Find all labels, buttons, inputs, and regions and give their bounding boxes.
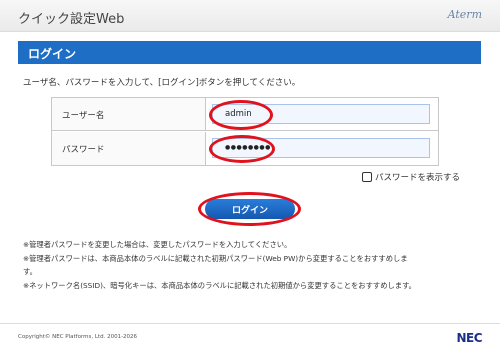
note-item: す。 <box>23 267 37 276</box>
note-item: ※ネットワーク名(SSID)、暗号化キーは、本商品本体のラベルに記載された初期値… <box>23 280 416 290</box>
login-button[interactable]: ログイン <box>205 199 295 219</box>
nec-logo: NEC <box>456 331 482 345</box>
copyright-text: Copyright© NEC Platforms, Ltd. 2001-2026 <box>18 334 138 340</box>
show-password-checkbox[interactable] <box>362 172 372 182</box>
section-title: ログイン <box>28 47 77 61</box>
password-input[interactable]: ●●●●●●●● <box>212 138 430 158</box>
show-password-toggle[interactable]: パスワードを表示する <box>362 171 460 183</box>
brand-logo: Aterm <box>447 8 482 21</box>
app-title: クイック設定Web <box>18 12 125 27</box>
username-label: ユーザー名 <box>62 111 105 121</box>
password-label: パスワード <box>62 145 105 155</box>
app-header: クイック設定Web Aterm <box>0 0 500 32</box>
note-item: ※管理者パスワードは、本商品本体のラベルに記載された初期パスワード(Web PW… <box>23 253 408 263</box>
show-password-label[interactable]: パスワードを表示する <box>375 171 460 183</box>
password-row: パスワード ●●●●●●●● <box>52 132 438 165</box>
username-label-cell: ユーザー名 <box>52 98 206 130</box>
login-section-header: ログイン <box>18 41 481 64</box>
login-form: ユーザー名 admin パスワード ●●●●●●●● <box>51 97 439 166</box>
password-label-cell: パスワード <box>52 132 206 165</box>
username-row: ユーザー名 admin <box>52 98 438 131</box>
username-input[interactable]: admin <box>212 104 430 124</box>
notes: ※管理者パスワードを変更した場合は、変更したパスワードを入力してください。 ※管… <box>23 238 416 292</box>
footer-divider <box>0 323 500 324</box>
login-instruction: ユーザ名、パスワードを入力して、[ログイン]ボタンを押してください。 <box>23 78 301 88</box>
note-item: ※管理者パスワードを変更した場合は、変更したパスワードを入力してください。 <box>23 240 292 249</box>
